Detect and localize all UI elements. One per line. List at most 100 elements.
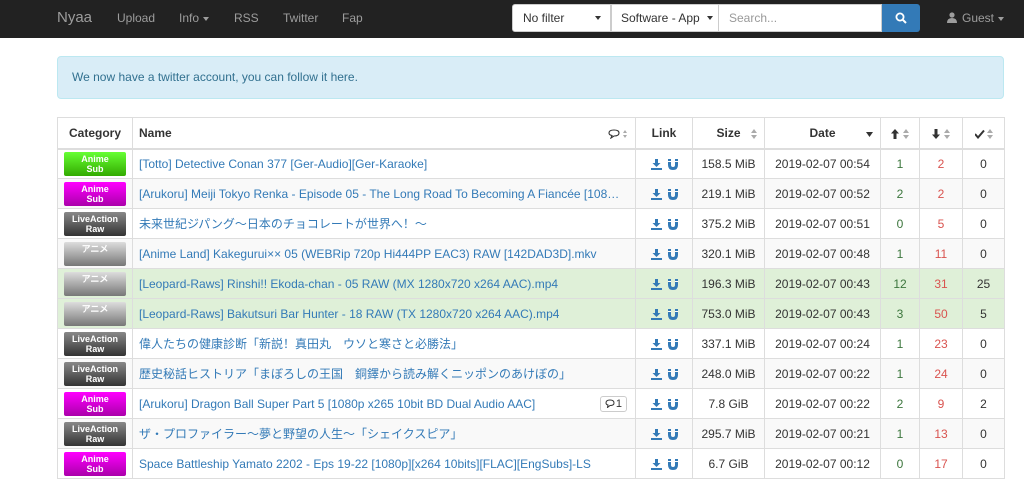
download-icon[interactable] [650, 278, 662, 290]
torrent-name-link[interactable]: [Leopard-Raws] Bakutsuri Bar Hunter - 18… [139, 307, 559, 321]
header-completed[interactable] [962, 117, 1005, 150]
header-seeders[interactable] [880, 117, 920, 150]
comments-sort-icon[interactable] [608, 128, 628, 142]
torrent-name-link[interactable]: ザ・プロファイラー～夢と野望の人生～「シェイクスピア」 [139, 425, 462, 442]
torrent-name-link[interactable]: 歴史秘話ヒストリア「まぼろしの王国 銅鐸から読み解くニッポンのあけぼの」 [139, 365, 571, 382]
seeders-cell: 1 [880, 328, 920, 359]
completed-cell: 0 [962, 178, 1005, 209]
category-cell: LiveAction Raw [57, 358, 133, 389]
magnet-icon[interactable] [667, 159, 678, 171]
nav-rss[interactable]: RSS [234, 0, 259, 36]
header-size[interactable]: Size [692, 117, 765, 150]
search-button[interactable] [882, 4, 920, 32]
category-badge[interactable]: アニメ [64, 301, 126, 326]
date-cell: 2019-02-07 00:52 [764, 178, 881, 209]
magnet-icon[interactable] [667, 368, 678, 380]
category-cell: Anime Sub [57, 448, 133, 479]
category-cell: アニメ [57, 268, 133, 299]
completed-cell: 0 [962, 328, 1005, 359]
category-badge[interactable]: アニメ [64, 271, 126, 296]
category-badge[interactable]: LiveAction Raw [64, 331, 126, 356]
torrent-name-link[interactable]: [Leopard-Raws] Rinshi!! Ekoda-chan - 05 … [139, 277, 558, 291]
category-badge-top: LiveAction [71, 333, 118, 344]
category-badge[interactable]: Anime Sub [64, 391, 126, 416]
download-icon[interactable] [650, 218, 662, 230]
category-badge[interactable]: LiveAction Raw [64, 211, 126, 236]
torrent-name-link[interactable]: [Arukoru] Meiji Tokyo Renka - Episode 05… [139, 187, 625, 201]
magnet-icon[interactable] [667, 398, 678, 410]
magnet-icon[interactable] [667, 248, 678, 260]
download-icon[interactable] [650, 428, 662, 440]
link-cell [635, 268, 693, 299]
filter-select[interactable]: No filter [512, 4, 611, 32]
category-badge[interactable]: LiveAction Raw [64, 421, 126, 446]
torrent-name-link[interactable]: [Anime Land] Kakegurui×× 05 (WEBRip 720p… [139, 247, 597, 261]
magnet-icon[interactable] [667, 308, 678, 320]
filter-select-value: No filter [523, 11, 565, 25]
download-icon[interactable] [650, 159, 662, 171]
category-badge[interactable]: LiveAction Raw [64, 361, 126, 386]
completed-cell: 0 [962, 358, 1005, 389]
download-icon[interactable] [650, 248, 662, 260]
magnet-icon[interactable] [667, 458, 678, 470]
download-icon[interactable] [650, 458, 662, 470]
seeders-cell: 1 [880, 418, 920, 449]
torrent-name-link[interactable]: [Totto] Detective Conan 377 [Ger-Audio][… [139, 157, 427, 171]
nav-fap[interactable]: Fap [342, 0, 363, 36]
download-icon[interactable] [650, 188, 662, 200]
nav-upload[interactable]: Upload [117, 0, 155, 36]
magnet-icon[interactable] [667, 218, 678, 230]
name-cell: [Totto] Detective Conan 377 [Ger-Audio][… [132, 148, 636, 179]
name-cell: [Arukoru] Meiji Tokyo Renka - Episode 05… [132, 178, 636, 209]
category-cell: Anime Sub [57, 178, 133, 209]
header-name[interactable]: Name [132, 117, 636, 150]
arrow-up-icon [891, 128, 909, 139]
leechers-cell: 50 [919, 298, 963, 329]
link-cell [635, 418, 693, 449]
header-leechers[interactable] [919, 117, 963, 150]
comments-badge[interactable]: 1 [599, 396, 627, 412]
table-row: Anime Sub [Arukoru] Meiji Tokyo Renka - Ep… [57, 178, 1005, 209]
name-cell: Space Battleship Yamato 2202 - Eps 19-22… [132, 448, 636, 479]
category-select[interactable]: Software - App [611, 4, 719, 32]
seeders-cell: 2 [880, 388, 920, 419]
seeders-cell: 1 [880, 148, 920, 179]
download-icon[interactable] [650, 338, 662, 350]
seeders-cell: 0 [880, 448, 920, 479]
size-cell: 295.7 MiB [692, 418, 765, 449]
magnet-icon[interactable] [667, 338, 678, 350]
nav-info[interactable]: Info [179, 0, 210, 36]
comment-icon [605, 399, 615, 409]
magnet-icon[interactable] [667, 428, 678, 440]
link-cell [635, 328, 693, 359]
download-icon[interactable] [650, 308, 662, 320]
torrent-name-link[interactable]: Space Battleship Yamato 2202 - Eps 19-22… [139, 457, 591, 471]
category-badge[interactable]: アニメ [64, 241, 126, 266]
search-placeholder: Search... [729, 11, 778, 25]
table-row: Anime Sub [Arukoru] Dragon Ball Super Part… [57, 388, 1005, 419]
category-badge-bottom: Sub [86, 463, 104, 474]
leechers-cell: 2 [919, 178, 963, 209]
download-icon[interactable] [650, 398, 662, 410]
torrent-name-link[interactable]: 偉人たちの健康診断「新説！真田丸 ウソと寒さと必勝法」 [139, 335, 463, 352]
nav-twitter[interactable]: Twitter [283, 0, 318, 36]
seeders-cell: 1 [880, 238, 920, 269]
header-date[interactable]: Date [764, 117, 881, 150]
torrent-name-link[interactable]: 未来世紀ジパング～日本のチョコレートが世界へ！～ [139, 215, 427, 232]
category-badge[interactable]: Anime Sub [64, 151, 126, 176]
category-badge[interactable]: Anime Sub [64, 181, 126, 206]
user-icon [947, 12, 957, 23]
magnet-icon[interactable] [667, 188, 678, 200]
download-icon[interactable] [650, 368, 662, 380]
brand-logo[interactable]: Nyaa [57, 0, 92, 36]
link-cell [635, 148, 693, 179]
table-row: LiveAction Raw 歴史秘話ヒストリア「まぼろしの王国 銅鐸から読み解くニ… [57, 358, 1005, 389]
user-label: Guest [962, 11, 995, 25]
torrent-name-link[interactable]: [Arukoru] Dragon Ball Super Part 5 [1080… [139, 397, 535, 411]
magnet-icon[interactable] [667, 278, 678, 290]
category-cell: LiveAction Raw [57, 418, 133, 449]
search-input[interactable]: Search... [718, 4, 882, 32]
completed-cell: 2 [962, 388, 1005, 419]
category-badge[interactable]: Anime Sub [64, 451, 126, 476]
user-menu[interactable]: Guest [947, 0, 1005, 36]
